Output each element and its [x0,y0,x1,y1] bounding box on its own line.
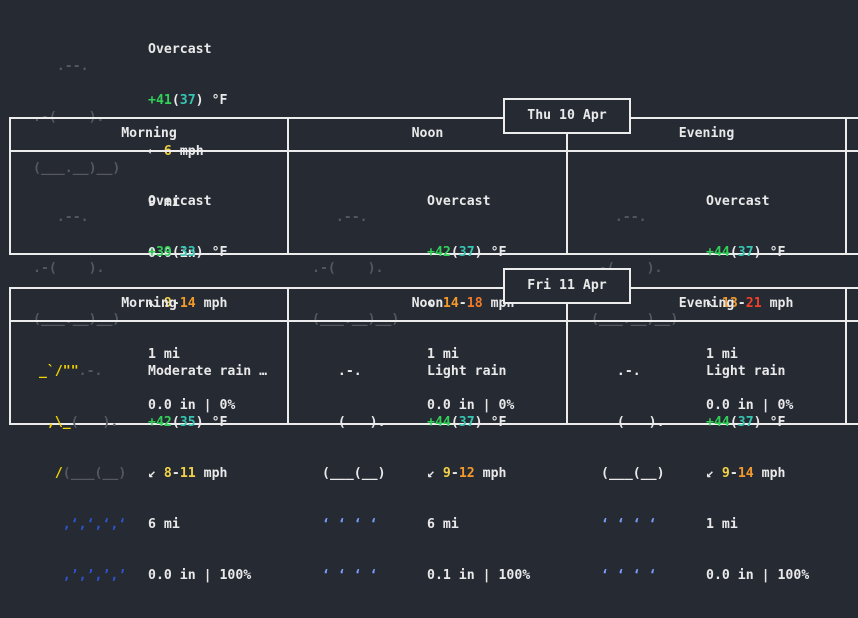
feels-like-value: 37 [179,93,196,108]
feels-like-value: 35 [179,415,196,430]
period-header-morning: Morning [121,296,177,311]
wind-low: 9 [721,466,730,481]
condition: Overcast [427,194,491,209]
wind-unit: mph [203,466,228,481]
wind: ↙ 9-14 mph [706,466,786,481]
temp-value: +39 [148,245,172,260]
temperature: +42(37) °F [427,245,507,260]
period-details: Light rain +44(37) °F ↙ 9-14 mph 1 mi 0.… [706,329,809,618]
feels-like-value: 37 [737,415,754,430]
condition: Moderate rain … [148,364,268,379]
visibility: 6 mi [148,517,180,532]
feels-like-value: 37 [458,415,475,430]
wind-direction-icon: ↙ [427,466,435,481]
art-line: (___(__) [601,466,665,481]
art-line: .--. [33,59,113,74]
art-line: ( ). [322,415,394,430]
temperature: +42(35) °F [148,415,228,430]
art-line: .--. [312,210,392,225]
temp-value: +44 [706,245,730,260]
condition: Overcast [706,194,770,209]
day-forecast-table: Morning Noon Evening Thu 10 Apr .--. .-(… [9,98,858,413]
temp-value: +44 [706,415,730,430]
wind-unit: mph [761,466,786,481]
rain-cloud-icon: .-. ( ). (___(__) ‘ ‘ ‘ ‘ ‘ ‘ ‘ ‘ [601,329,672,618]
wind-high: 11 [179,466,196,481]
temp-value: +42 [148,415,172,430]
temp-unit: °F [490,245,507,260]
art-line: ( ). [601,415,673,430]
wind-low: 9 [442,466,451,481]
visibility: 1 mi [706,517,738,532]
date-label: Thu 10 Apr [503,98,631,134]
art-line: ‘ ‘ ‘ ‘ [601,517,665,532]
temp-value: +42 [427,245,451,260]
sun-rain-icon: _`/"".-. ,\_( ). /(___(__) ‚‘‚‘‚‘‚‘ ‚’‚’… [31,364,127,583]
condition: Overcast [148,194,212,209]
wind-direction-icon: ↙ [148,466,156,481]
period-details: Moderate rain … +42(35) °F ↙ 8-11 mph 6 … [148,329,267,618]
temp-unit: °F [211,415,228,430]
art-line: .-( ). [33,261,113,276]
condition: Light rain [706,364,786,379]
feels-like-value: 37 [737,245,754,260]
temperature: +39(33) °F [148,245,228,260]
period-header-morning: Morning [121,126,177,141]
wind-high: 14 [737,466,754,481]
feels-like-value: 33 [179,245,196,260]
temperature: +44(37) °F [427,415,507,430]
day-forecast-table: Morning Noon Evening Fri 11 Apr _`/"".-.… [9,268,858,583]
current-condition: Overcast [148,42,212,57]
wind-direction-icon: ↙ [706,466,714,481]
period-details: Light rain +44(37) °F ↙ 9-12 mph 6 mi 0.… [427,329,530,618]
temp-unit: °F [490,415,507,430]
wind-low: 8 [163,466,172,481]
visibility: 6 mi [427,517,459,532]
art-line: ‘ ‘ ‘ ‘ [601,568,665,583]
art-line: .-( ). [312,261,392,276]
wind: ↙ 8-11 mph [148,466,228,481]
temp-unit: °F [211,245,228,260]
feels-like-value: 37 [458,245,475,260]
temp-unit: °F [769,415,786,430]
art-line: .-. [322,364,378,379]
wind-unit: mph [482,466,507,481]
rain-cloud-icon: .-. ( ). (___(__) ‘ ‘ ‘ ‘ ‘ ‘ ‘ ‘ [322,329,393,618]
wind-high: 12 [458,466,475,481]
temp-unit: °F [769,245,786,260]
art-line: ‘ ‘ ‘ ‘ [322,568,386,583]
temp-unit: °F [211,93,228,108]
art-line: ‘ ‘ ‘ ‘ [322,517,386,532]
precipitation: 0.0 in | 100% [148,568,252,583]
temperature: +44(37) °F [706,245,786,260]
wind: ↙ 9-12 mph [427,466,507,481]
date-label: Fri 11 Apr [503,268,631,304]
art-line: .--. [33,210,113,225]
condition: Light rain [427,364,507,379]
precipitation: 0.1 in | 100% [427,568,531,583]
current-temperature: +41(37) °F [148,93,228,108]
art-line: (___(__) [322,466,386,481]
temp-value: +44 [427,415,451,430]
temp-value: +41 [148,93,172,108]
precipitation: 0.0 in | 100% [706,568,810,583]
temperature: +44(37) °F [706,415,786,430]
art-line: .--. [591,210,671,225]
art-line: .-. [601,364,657,379]
